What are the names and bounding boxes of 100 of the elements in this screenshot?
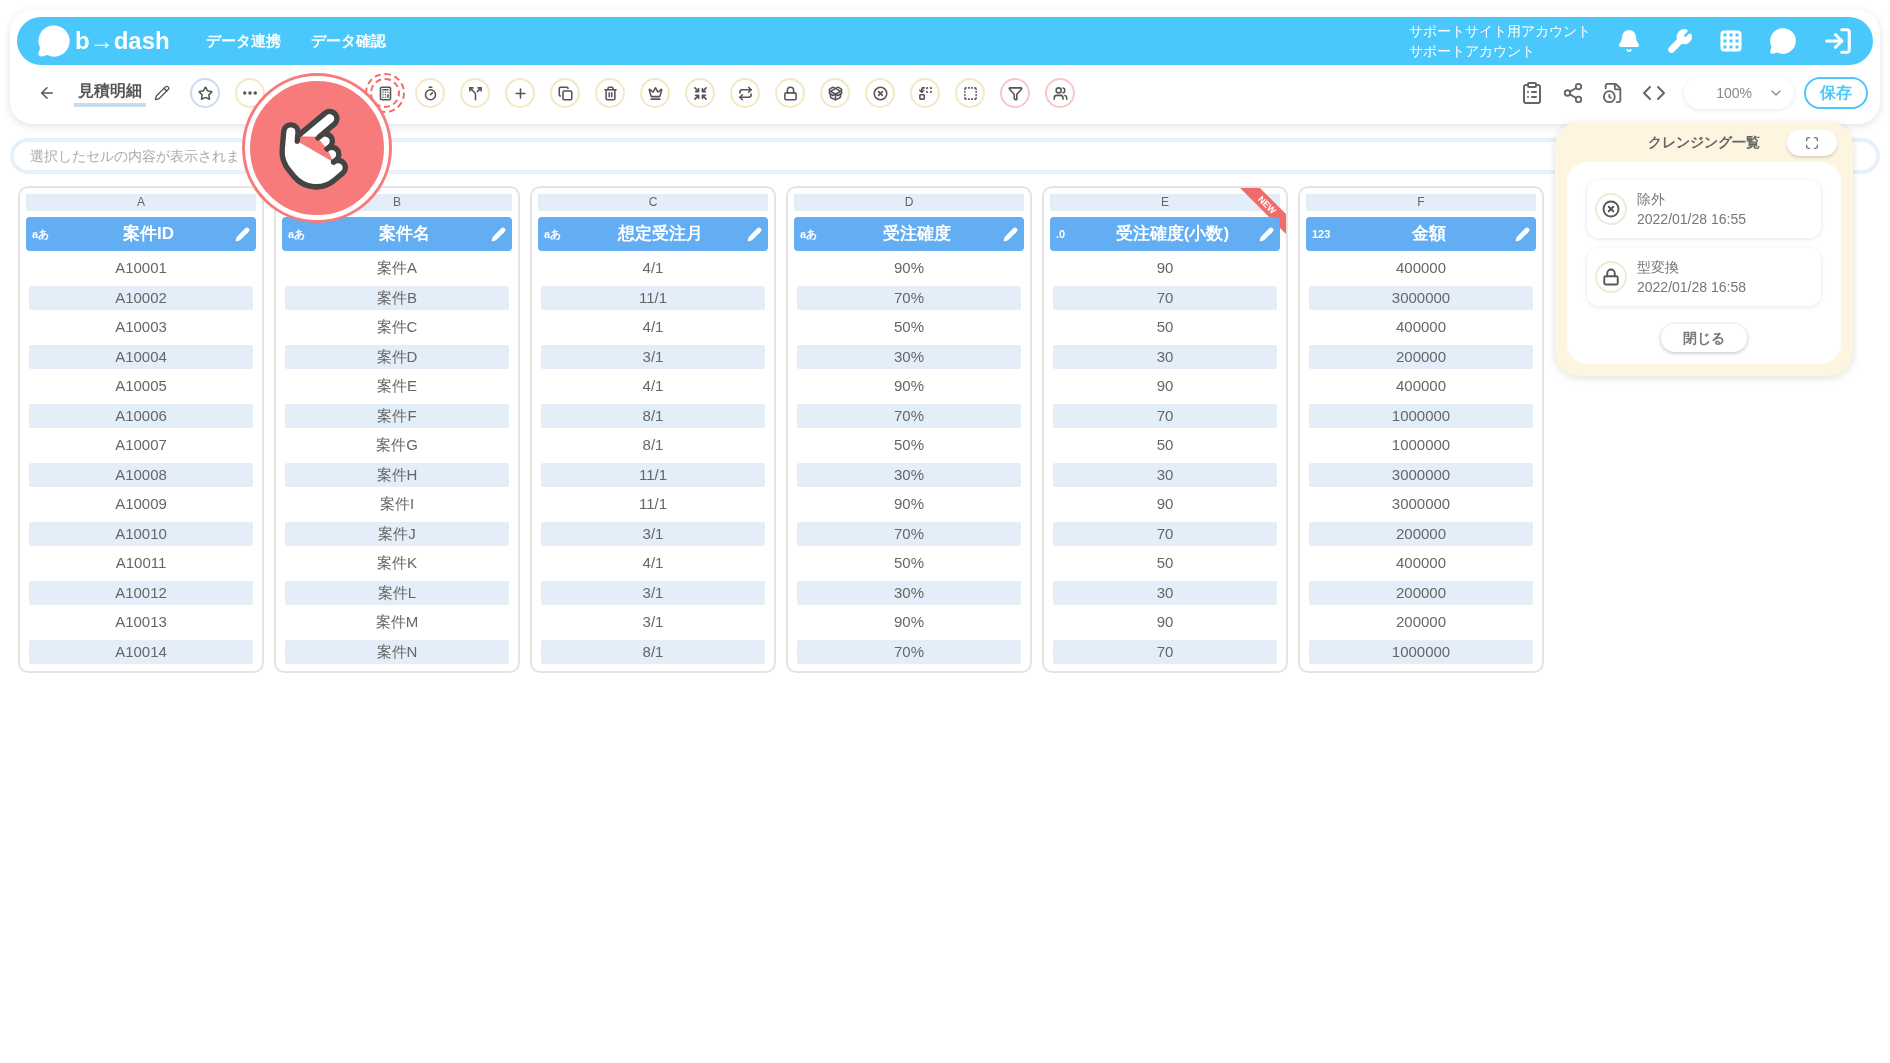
crown-icon: [647, 85, 663, 101]
column-header[interactable]: aあ 受注確度: [794, 217, 1024, 251]
table-cell-text: 400000: [1394, 258, 1448, 278]
type-label: aあ: [288, 226, 307, 242]
column-name: 受注確度: [881, 223, 952, 246]
box-icon: [827, 85, 843, 101]
column-header[interactable]: .0 受注確度(小数): [1050, 217, 1280, 251]
table-cell-text: A10005: [114, 376, 168, 396]
table-cell: 30%: [797, 580, 1021, 605]
repeat-icon: [737, 85, 753, 101]
table-cell-text: 50%: [893, 553, 925, 573]
table-cell: 70: [1053, 403, 1277, 428]
column-name: 案件名: [378, 223, 431, 246]
table-cell: 3/1: [541, 580, 765, 605]
table-cell-text: 案件C: [375, 317, 419, 337]
table-cell-text: 4/1: [641, 317, 665, 337]
lock-icon: [782, 85, 798, 101]
column-name: 受注確度(小数): [1114, 223, 1231, 246]
table-cell-text: 90%: [893, 494, 925, 514]
table-cell: A10012: [29, 580, 253, 605]
table-cell-text: 90: [1155, 612, 1175, 632]
table-cell: 200000: [1309, 580, 1533, 605]
table-cell: 3/1: [541, 344, 765, 369]
column-letter: C: [538, 194, 768, 211]
column-name: 案件ID: [122, 223, 175, 246]
table-cell: 案件H: [285, 462, 509, 487]
logo-icon: [37, 24, 71, 58]
table-cell-text: 1000000: [1390, 435, 1452, 455]
close-button[interactable]: 閉じる: [1661, 324, 1747, 352]
column-name: 想定受注月: [616, 223, 704, 246]
table-cell: A10002: [29, 285, 253, 310]
expand-icon: [1805, 136, 1819, 150]
file-history-icon[interactable]: [1602, 82, 1624, 104]
table-cell-text: A10009: [114, 494, 168, 514]
table-cell: 30: [1053, 462, 1277, 487]
account-text: サポートアカウント: [1409, 42, 1536, 61]
table-cell: 案件F: [285, 403, 509, 428]
table-cell: 案件L: [285, 580, 509, 605]
table-cell: 案件J: [285, 521, 509, 546]
column-header[interactable]: aあ 案件名: [282, 217, 512, 251]
expand-button[interactable]: [1787, 130, 1837, 156]
account-text: サポートサイト用アカウント: [1409, 22, 1591, 41]
column-letter: D: [794, 194, 1024, 211]
table-cell: 70: [1053, 639, 1277, 664]
sheet-name[interactable]: 見積明細: [74, 79, 146, 107]
table-cell-text: 90%: [893, 612, 925, 632]
table-cell-text: 案件E: [376, 376, 418, 396]
nav-link[interactable]: データ確認: [310, 29, 386, 53]
table-cell: 30: [1053, 580, 1277, 605]
table-cell: 70%: [797, 521, 1021, 546]
share-icon[interactable]: [1562, 82, 1584, 104]
circle-x-icon: [872, 85, 888, 101]
cleansing-item[interactable]: 型変換 2022/01/28 16:58: [1587, 248, 1821, 306]
table-cell-text: 90%: [893, 258, 925, 278]
table-cell-text: 200000: [1394, 612, 1448, 632]
square-icon: [962, 85, 978, 101]
table-cell: 70: [1053, 285, 1277, 310]
table-cell-text: 400000: [1394, 317, 1448, 337]
table-cell-text: 50: [1155, 317, 1175, 337]
table-cell: 11/1: [541, 462, 765, 487]
plus-icon: [512, 85, 528, 101]
nav-link[interactable]: データ連携: [205, 29, 281, 53]
type-label: 123: [1312, 226, 1332, 242]
type-label: aあ: [32, 226, 51, 242]
logo[interactable]: b→dash: [37, 23, 170, 59]
table-cell-text: 90%: [893, 376, 925, 396]
zoom-select[interactable]: 100%: [1684, 77, 1794, 109]
table-cell-text: 案件K: [376, 553, 418, 573]
filter-icon: [1007, 85, 1023, 101]
back-icon[interactable]: [38, 84, 56, 102]
table-cell: 30%: [797, 344, 1021, 369]
column-header[interactable]: aあ 案件ID: [26, 217, 256, 251]
edit-icon[interactable]: [154, 85, 170, 101]
table-cell-text: 50: [1155, 553, 1175, 573]
table-cell-text: 案件M: [374, 612, 420, 632]
table-cell-text: A10011: [114, 553, 168, 573]
table-cell: 案件D: [285, 344, 509, 369]
table-cell: 3/1: [541, 521, 765, 546]
table-cell: 8/1: [541, 639, 765, 664]
table-cell: 70: [1053, 521, 1277, 546]
toolbar-button[interactable]: [1000, 78, 1030, 108]
cleansing-name: 型変換: [1637, 258, 1680, 277]
column-header[interactable]: 123 金額: [1306, 217, 1536, 251]
toolbar-button[interactable]: [1045, 78, 1075, 108]
table-cell-text: 400000: [1394, 376, 1448, 396]
table-cell: 70%: [797, 403, 1021, 428]
cleansing-item[interactable]: 除外 2022/01/28 16:55: [1587, 180, 1821, 238]
table-cell: 30: [1053, 344, 1277, 369]
table-cell-text: 案件A: [376, 258, 418, 278]
clipboard-icon[interactable]: [1520, 81, 1544, 105]
logo-text: b→dash: [75, 26, 170, 56]
table-cell-text: A10007: [114, 435, 168, 455]
table-cell: 案件N: [285, 639, 509, 664]
cleansing-time: 2022/01/28 16:55: [1637, 210, 1746, 229]
table-cell-text: 90: [1155, 376, 1175, 396]
table-cell-text: A10001: [114, 258, 168, 278]
table-cell-text: A10013: [114, 612, 168, 632]
column-header[interactable]: aあ 想定受注月: [538, 217, 768, 251]
table-cell: 案件B: [285, 285, 509, 310]
save-button[interactable]: 保存: [1804, 77, 1868, 109]
